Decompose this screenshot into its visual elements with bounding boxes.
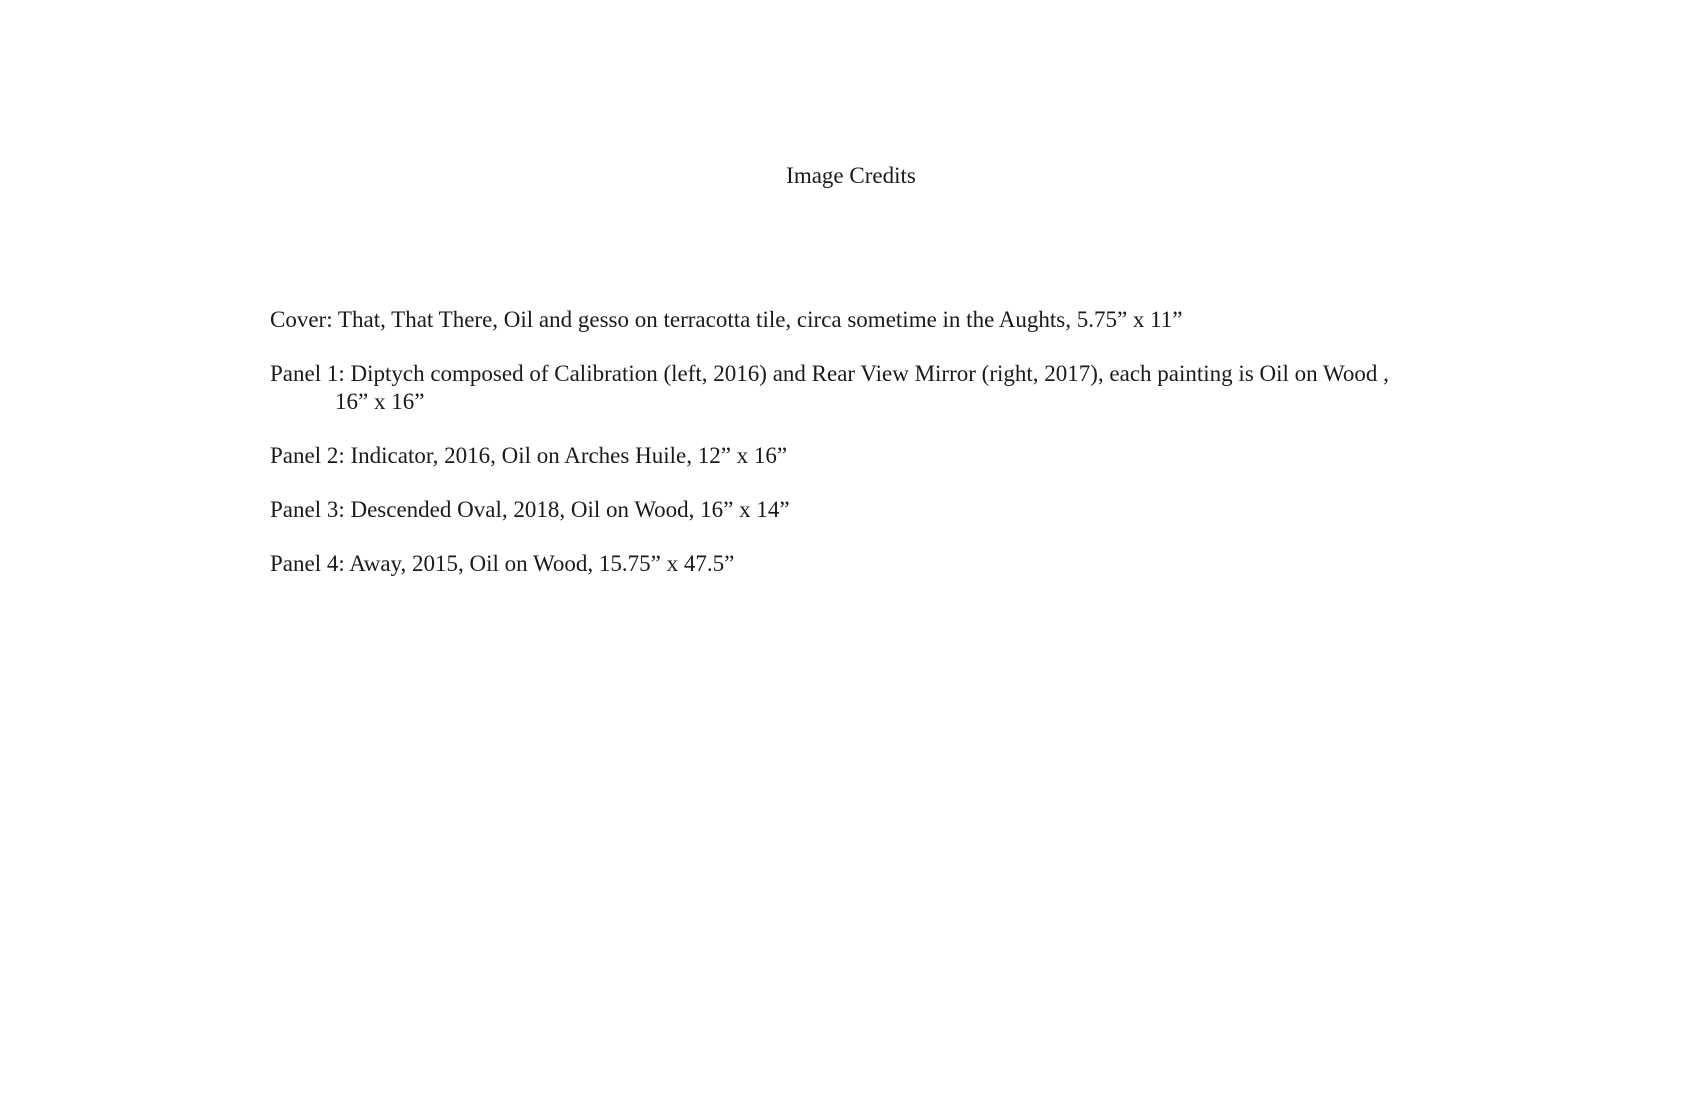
document-page: Image Credits Cover: That, That There, O… [0, 0, 1702, 1100]
credit-panel-3: Panel 3: Descended Oval, 2018, Oil on Wo… [270, 497, 790, 522]
credit-panel-4: Panel 4: Away, 2015, Oil on Wood, 15.75”… [270, 551, 735, 576]
credit-panel-1: Panel 1: Diptych composed of Calibration… [270, 361, 1389, 414]
credits-list: Cover: That, That There, Oil and gesso o… [270, 306, 1390, 604]
page-title: Image Credits [786, 163, 916, 188]
credit-panel-2: Panel 2: Indicator, 2016, Oil on Arches … [270, 443, 788, 468]
credit-cover: Cover: That, That There, Oil and gesso o… [270, 307, 1183, 332]
